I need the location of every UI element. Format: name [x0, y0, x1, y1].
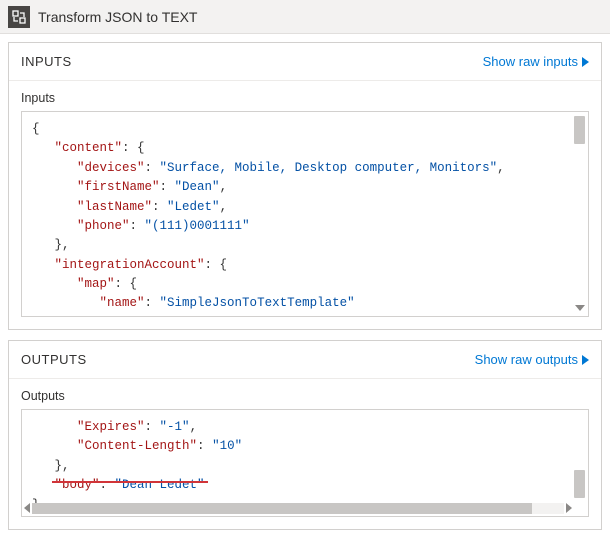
window-title: Transform JSON to TEXT	[38, 9, 197, 25]
show-raw-outputs-text: Show raw outputs	[475, 352, 578, 367]
outputs-section-label: OUTPUTS	[21, 352, 87, 367]
show-raw-inputs-link[interactable]: Show raw inputs	[483, 54, 589, 69]
inputs-section-label: INPUTS	[21, 54, 72, 69]
highlight-underline	[52, 481, 208, 483]
scrollbar-thumb[interactable]	[574, 470, 585, 498]
scroll-right-icon[interactable]	[566, 503, 572, 513]
inputs-card-label: Inputs	[21, 91, 589, 105]
transform-icon	[8, 6, 30, 28]
chevron-right-icon	[582, 57, 589, 67]
outputs-code-box[interactable]: "Expires": "-1", "Content-Length": "10" …	[21, 409, 589, 517]
inputs-code-box[interactable]: { "content": { "devices": "Surface, Mobi…	[21, 111, 589, 317]
content-area: INPUTS Show raw inputs Inputs { "content…	[0, 34, 610, 538]
scroll-left-icon[interactable]	[24, 503, 30, 513]
scrollbar-thumb[interactable]	[574, 116, 585, 144]
show-raw-inputs-text: Show raw inputs	[483, 54, 578, 69]
inputs-vertical-scrollbar[interactable]	[572, 114, 587, 314]
inputs-code: { "content": { "devices": "Surface, Mobi…	[22, 112, 588, 322]
inputs-header: INPUTS Show raw inputs	[9, 43, 601, 81]
show-raw-outputs-link[interactable]: Show raw outputs	[475, 352, 589, 367]
outputs-horizontal-scrollbar[interactable]	[24, 501, 572, 515]
outputs-header: OUTPUTS Show raw outputs	[9, 341, 601, 379]
chevron-right-icon	[582, 355, 589, 365]
outputs-panel: OUTPUTS Show raw outputs Outputs "Expire…	[8, 340, 602, 530]
titlebar: Transform JSON to TEXT	[0, 0, 610, 34]
outputs-vertical-scrollbar[interactable]	[572, 412, 587, 514]
scroll-down-icon[interactable]	[575, 305, 585, 311]
inputs-panel: INPUTS Show raw inputs Inputs { "content…	[8, 42, 602, 330]
scrollbar-thumb-h[interactable]	[32, 503, 532, 514]
outputs-card-label: Outputs	[21, 389, 589, 403]
